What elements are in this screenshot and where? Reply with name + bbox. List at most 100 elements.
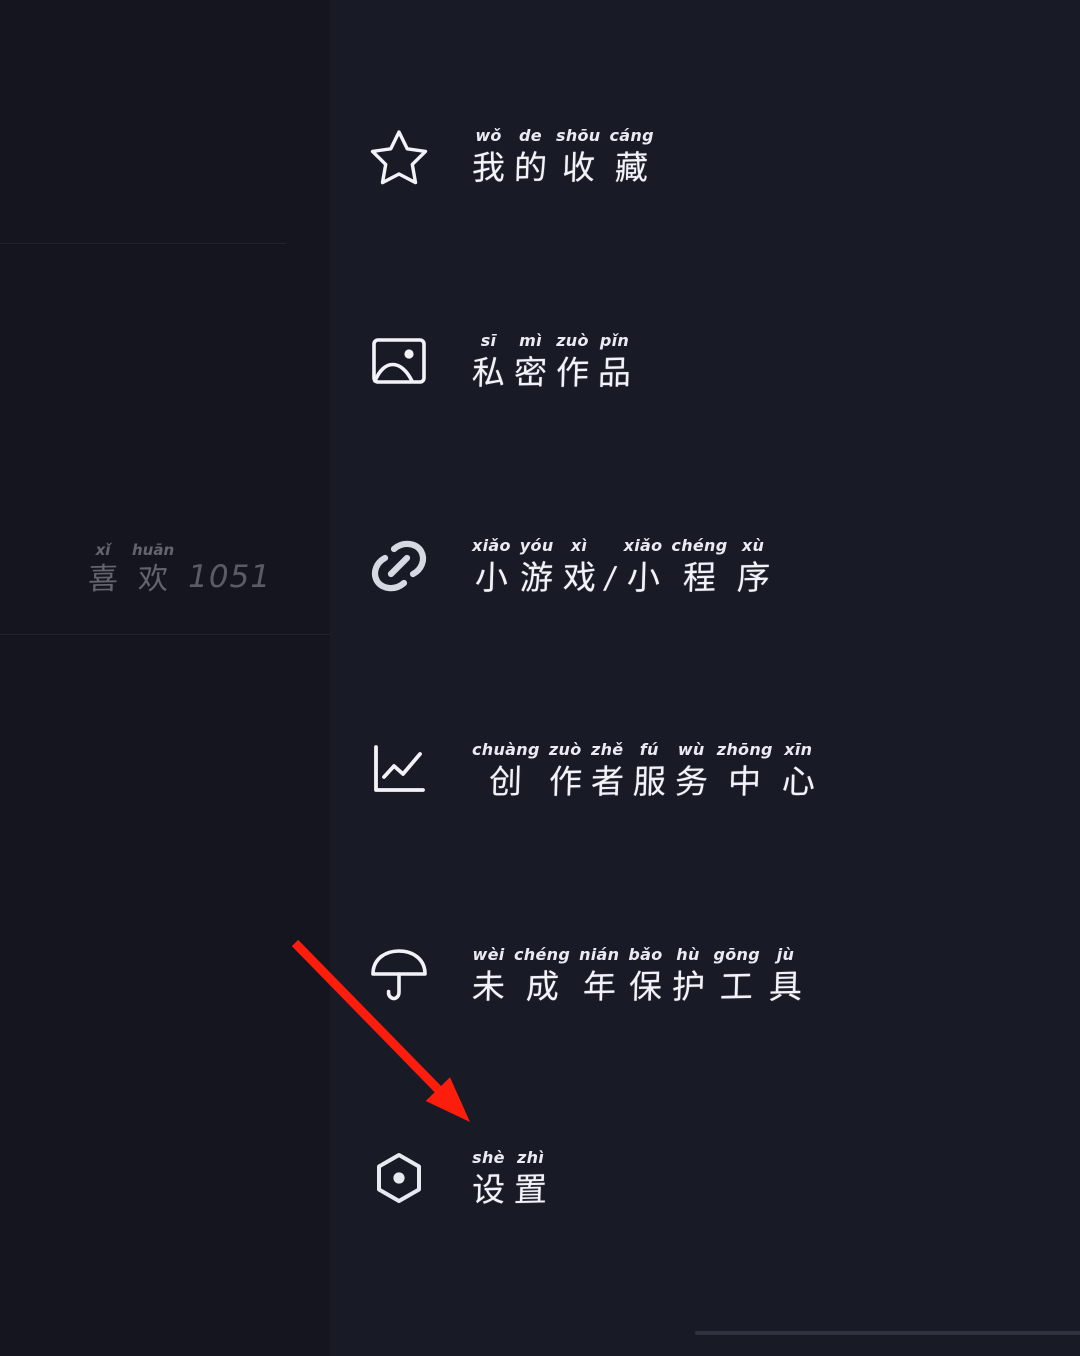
hanzi: 心 [781,761,816,802]
char-unit: zhōng 中 [716,740,773,802]
hanzi: 藏 [614,147,649,188]
pinyin: shè [472,1148,505,1167]
char-unit: xiǎo 小 [472,536,511,598]
pinyin: zhōng [716,740,773,759]
pinyin: zhě [590,740,624,759]
pinyin: pǐn [599,331,630,350]
hanzi: 密 [513,352,548,393]
hanzi: 工 [719,966,754,1007]
menu-item-my-collection[interactable]: wǒ 我 de 的 shōu 收 cáng 藏 [370,108,1050,204]
image-icon [370,332,428,390]
hanzi: 置 [513,1169,548,1210]
pinyin: chéng [671,536,728,555]
pinyin: wèi [472,945,505,964]
link-icon [370,537,428,595]
menu-item-mini-games-mini-programs[interactable]: xiǎo 小 yóu 游 xì 戏 / xiǎo 小 chéng 程 xù 序 [370,518,1050,614]
hanzi: 私 [471,352,506,393]
pinyin: nián [579,945,620,964]
pinyin: wǒ [475,126,502,145]
likes-count: 1051 [188,559,272,595]
char-unit: zuò 作 [555,333,590,393]
divider [0,634,330,635]
char-unit: gōng 工 [714,947,761,1007]
pinyin: yóu [519,536,554,555]
hanzi: 品 [597,352,632,393]
char-unit: / [601,541,618,596]
menu-item-label: sī 私 mì 密 zuò 作 pǐn 品 [471,331,632,393]
menu-item-label: shè 设 zhì 置 [471,1148,548,1210]
pinyin: cáng [609,126,654,145]
hanzi: 者 [590,761,625,802]
char-unit: shōu 收 [556,126,601,188]
char-unit: zhě 者 [590,740,625,802]
chart-icon [370,741,428,799]
left-background-panel: xǐ 喜 huān 欢 1051 [0,0,330,1356]
hanzi: 具 [768,966,803,1007]
star-icon [370,127,428,185]
hexagon-settings-icon [370,1149,428,1207]
hanzi: 创 [488,761,523,802]
hanzi: 成 [524,966,560,1007]
pinyin: hù [676,945,700,964]
likes-char-unit: xǐ 喜 [87,541,119,598]
sheet-bottom-handle [695,1331,1080,1335]
pinyin: shōu [556,126,601,145]
pinyin: fú [639,740,659,759]
pinyin: xì [570,536,588,555]
likes-hanzi-2: 欢 [137,561,169,598]
hanzi: 作 [555,352,590,393]
hanzi: 程 [682,557,717,598]
likes-hanzi-1: 喜 [87,561,119,598]
menu-item-label: wèi 未 chéng 成 nián 年 bǎo 保 hù 护 gōng 工 jù 具 [471,945,803,1007]
likes-pinyin-2: huān [132,541,175,559]
umbrella-icon [370,946,428,1004]
menu-item-creator-service-center[interactable]: chuàng 创 zuò 作 zhě 者 fú 服 wù 务 zhōng 中 xīn 心 [370,722,1050,818]
menu-item-settings[interactable]: shè 设 zhì 置 [370,1130,1050,1226]
menu-item-private-works[interactable]: sī 私 mì 密 zuò 作 pǐn 品 [370,313,1050,409]
pinyin: xiǎo [623,536,663,555]
hanzi: 戏 [561,557,597,598]
char-unit: shè 设 [471,1148,505,1210]
char-unit: zhì 置 [513,1148,548,1210]
char-unit: nián 年 [579,945,620,1007]
char-unit: cáng 藏 [609,126,654,188]
pinyin: zhì [516,1148,545,1167]
likes-pinyin-1: xǐ [95,541,111,559]
hanzi: 小 [625,557,661,598]
hanzi: 中 [727,761,762,802]
pinyin: xiǎo [472,536,511,555]
pinyin: bǎo [628,945,663,964]
char-unit: chuàng 创 [472,742,540,802]
menu-item-minor-protection-tools[interactable]: wèi 未 chéng 成 nián 年 bǎo 保 hù 护 gōng 工 jù 具 [370,927,1050,1023]
screen: xǐ 喜 huān 欢 1051 wǒ 我 de 的 shōu 收 cáng 藏 sī 私 mì 密 z… [0,0,1080,1356]
pinyin [607,541,613,557]
hanzi: 游 [519,557,554,598]
char-unit: yóu 游 [519,536,554,598]
hanzi: 未 [471,966,506,1007]
hanzi: / [601,561,618,596]
pinyin: wù [677,740,705,759]
char-unit: hù 护 [670,945,706,1007]
pinyin: sī [480,331,497,350]
char-unit: xīn 心 [781,740,816,802]
char-unit: xù 序 [736,538,770,598]
menu-sheet: wǒ 我 de 的 shōu 收 cáng 藏 sī 私 mì 密 zuò 作 pǐn 品 xiǎo 小 yóu 游 x… [330,0,1080,1356]
char-unit: de 的 [513,128,548,188]
char-unit: pǐn 品 [597,331,632,393]
hanzi: 保 [628,966,663,1007]
hanzi: 作 [548,761,583,802]
char-unit: jù 具 [768,947,803,1007]
hanzi: 的 [513,147,548,188]
divider [0,243,286,244]
pinyin: xīn [784,740,813,759]
likes-stat[interactable]: xǐ 喜 huān 欢 1051 [87,541,272,598]
likes-char-unit: huān 欢 [132,541,175,598]
hanzi: 护 [670,966,706,1007]
char-unit: xiǎo 小 [623,536,663,598]
char-unit: bǎo 保 [628,945,663,1007]
char-unit: mì 密 [513,333,548,393]
hanzi: 年 [582,966,617,1007]
hanzi: 服 [632,761,667,802]
pinyin: zuò [548,740,582,759]
pinyin: chéng [514,945,571,964]
